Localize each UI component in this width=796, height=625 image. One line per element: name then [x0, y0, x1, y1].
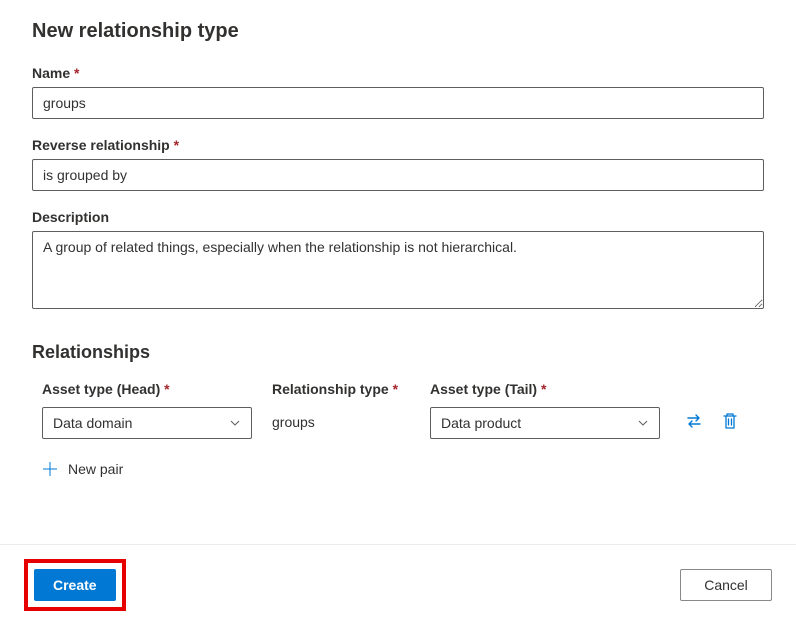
create-highlight: Create — [24, 559, 126, 611]
name-label: Name — [32, 65, 764, 81]
cancel-button[interactable]: Cancel — [680, 569, 772, 601]
field-description: Description — [32, 209, 764, 312]
delete-button[interactable] — [720, 411, 740, 431]
head-dropdown-value: Data domain — [53, 415, 229, 431]
head-dropdown[interactable]: Data domain — [42, 407, 252, 439]
chevron-down-icon — [229, 417, 241, 429]
chevron-down-icon — [637, 417, 649, 429]
tail-dropdown[interactable]: Data product — [430, 407, 660, 439]
description-label: Description — [32, 209, 764, 225]
page-title: New relationship type — [32, 20, 764, 43]
create-button[interactable]: Create — [34, 569, 116, 601]
tail-dropdown-value: Data product — [441, 415, 637, 431]
trash-icon — [722, 412, 738, 430]
field-reverse: Reverse relationship — [32, 137, 764, 191]
reverse-input[interactable] — [32, 159, 764, 191]
plus-icon — [42, 461, 58, 477]
tail-label: Asset type (Tail) — [430, 381, 680, 397]
new-pair-label: New pair — [68, 461, 123, 477]
head-label: Asset type (Head) — [42, 381, 272, 397]
new-pair-button[interactable]: New pair — [32, 461, 123, 477]
field-name: Name — [32, 65, 764, 119]
relationship-row: Asset type (Head) Data domain Relationsh… — [32, 381, 764, 439]
type-value: groups — [272, 407, 430, 430]
reverse-label: Reverse relationship — [32, 137, 764, 153]
description-input[interactable] — [32, 231, 764, 309]
footer: Create Cancel — [0, 544, 796, 625]
swap-icon — [685, 412, 703, 430]
type-label: Relationship type — [272, 381, 430, 397]
name-input[interactable] — [32, 87, 764, 119]
swap-button[interactable] — [684, 411, 704, 431]
relationships-title: Relationships — [32, 342, 764, 363]
